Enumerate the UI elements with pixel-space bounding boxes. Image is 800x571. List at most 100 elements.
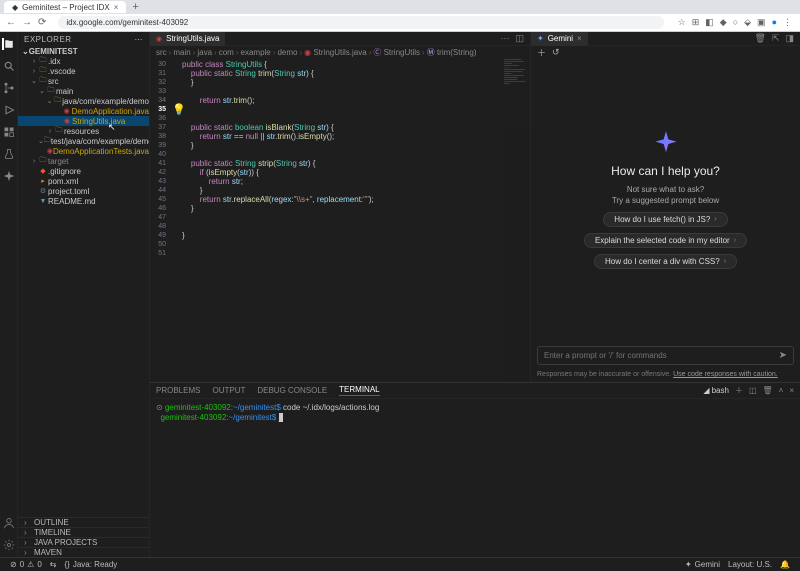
menu-icon[interactable]: ⋮ [783,17,792,28]
code-line[interactable]: 41 public static String strip(String str… [150,159,530,168]
code-line[interactable]: 31 public static String trim(String str)… [150,69,530,78]
source-control-icon[interactable] [3,82,15,94]
breadcrumb-segment[interactable]: demo [277,48,297,57]
code-line[interactable]: 48 [150,222,530,231]
tab-debug-console[interactable]: DEBUG CONSOLE [257,386,327,395]
split-terminal-icon[interactable]: ◫ [749,386,757,395]
terminal-body[interactable]: ⊙ geminitest-403092:~/geminitest$ code ~… [150,399,800,557]
close-panel-icon[interactable]: × [789,386,794,395]
breadcrumb-segment[interactable]: Ⓒ StringUtils [373,47,420,58]
sidebar-section-timeline[interactable]: ›TIMELINE [18,527,149,537]
status-notifications-icon[interactable]: 🔔 [776,560,794,569]
prompt-field[interactable] [544,351,779,360]
gemini-tab[interactable]: ✦ Gemini × [531,32,588,46]
code-line[interactable]: 42 if (isEmpty(str)) { [150,168,530,177]
terminal-shell-selector[interactable]: ◢ bash [703,386,729,395]
file-item[interactable]: ◉DemoApplicationTests.java [18,146,149,156]
breadcrumb-segment[interactable]: ◉ StringUtils.java [304,48,367,57]
editor-more-icon[interactable]: ⋯ [500,33,509,44]
code-line[interactable]: 34 return str.trim(); [150,96,530,105]
code-line[interactable]: 49} [150,231,530,240]
folder-item[interactable]: ⌄🗀java/com/example/demo [18,96,149,106]
gemini-prompt-input[interactable]: ➤ [537,346,794,365]
file-item[interactable]: ▸pom.xml [18,176,149,186]
new-chat-icon[interactable]: ＋ [537,46,546,59]
debug-icon[interactable] [3,104,15,116]
new-tab-button[interactable]: + [126,1,144,13]
folder-item[interactable]: ⌄🗀test/java/com/example/demo [18,136,149,146]
breadcrumb-segment[interactable]: com [219,48,234,57]
file-item[interactable]: ◉StringUtils.java [18,116,149,126]
settings-gear-icon[interactable] [3,539,15,551]
extension-icon[interactable]: ▣ [757,17,766,28]
star-icon[interactable]: ☆ [678,17,686,28]
breadcrumb-segment[interactable]: main [173,48,190,57]
reload-icon[interactable]: ⟳ [38,17,46,28]
code-line[interactable]: 30public class StringUtils { [150,60,530,69]
status-gemini[interactable]: ✦ Gemini [681,560,724,569]
file-item[interactable]: ⚙project.toml [18,186,149,196]
code-line[interactable]: 39 } [150,141,530,150]
status-ports[interactable]: ⇆ [46,560,61,569]
breadcrumb-segment[interactable]: src [156,48,167,57]
folder-item[interactable]: ›🗀target [18,156,149,166]
code-line[interactable]: 46 } [150,204,530,213]
folder-item[interactable]: ⌄🗀main [18,86,149,96]
code-line[interactable]: 47 [150,213,530,222]
lightbulb-icon[interactable]: 💡 [172,104,186,116]
profile-icon[interactable]: ● [772,17,777,28]
kill-terminal-icon[interactable]: 🗑 [763,386,773,395]
testing-icon[interactable] [3,148,15,160]
code-editor[interactable]: 30public class StringUtils {31 public st… [150,58,530,382]
sidebar-section-java-projects[interactable]: ›JAVA PROJECTS [18,537,149,547]
code-line[interactable]: 44 } [150,186,530,195]
tab-terminal[interactable]: TERMINAL [339,385,379,396]
suggested-prompt-3[interactable]: How do I center a div with CSS?› [594,254,737,269]
more-icon[interactable]: ⋯ [135,35,144,44]
sidebar-section-maven[interactable]: ›MAVEN [18,547,149,557]
extension-icon[interactable]: ⬙ [744,17,751,28]
code-line[interactable]: 38 return str == null || str.trim().isEm… [150,132,530,141]
minimap[interactable] [502,58,530,382]
folder-item[interactable]: ›🗀.idx [18,56,149,66]
file-item[interactable]: ▼README.md [18,196,149,206]
disclaimer-link[interactable]: Use code responses with caution. [673,371,778,378]
code-line[interactable]: 36 [150,114,530,123]
file-item[interactable]: ◆.gitignore [18,166,149,176]
status-java[interactable]: {} Java: Ready [60,560,121,569]
close-icon[interactable]: × [114,3,119,12]
browser-tab[interactable]: ◆ Geminitest – Project IDX × [4,1,126,13]
code-line[interactable]: 50 [150,240,530,249]
breadcrumb-segment[interactable]: example [241,48,271,57]
extension-icon[interactable]: ◧ [705,17,714,28]
file-item[interactable]: ◉DemoApplication.java [18,106,149,116]
code-line[interactable]: 40 [150,150,530,159]
breadcrumbs[interactable]: src›main›java›com›example›demo›◉ StringU… [150,46,530,58]
extension-icon[interactable]: ◆ [720,17,727,28]
forward-icon[interactable]: → [22,17,32,28]
code-line[interactable]: 37 public static boolean isBlank(String … [150,123,530,132]
account-icon[interactable] [3,517,15,529]
send-icon[interactable]: ➤ [779,350,787,361]
breadcrumb-segment[interactable]: java [197,48,212,57]
history-icon[interactable]: ↺ [552,47,560,58]
extension-icon[interactable]: ○ [733,17,738,28]
editor-tab[interactable]: ◉ StringUtils.java [150,32,226,46]
maximize-panel-icon[interactable]: ˄ [779,386,784,395]
explorer-icon[interactable] [2,38,14,50]
code-line[interactable]: 33 [150,87,530,96]
suggested-prompt-1[interactable]: How do I use fetch() in JS?› [603,212,727,227]
panel-toggle-icon[interactable]: ◨ [785,33,794,44]
suggested-prompt-2[interactable]: Explain the selected code in my editor› [584,233,747,248]
breadcrumb-segment[interactable]: Ⓜ trim(String) [427,47,477,58]
gemini-activity-icon[interactable] [3,170,15,182]
code-line[interactable]: 35💡 [150,105,530,114]
close-icon[interactable]: × [577,34,582,43]
url-input[interactable]: idx.google.com/geminitest-403092 [58,16,663,29]
folder-item[interactable]: ›🗀.vscode [18,66,149,76]
folder-item[interactable]: ›🗀resources [18,126,149,136]
project-root[interactable]: ⌄ GEMINITEST [18,46,149,56]
tab-problems[interactable]: PROBLEMS [156,386,200,395]
link-icon[interactable]: ⇱ [772,33,780,44]
split-editor-icon[interactable]: ◫ [515,33,524,44]
